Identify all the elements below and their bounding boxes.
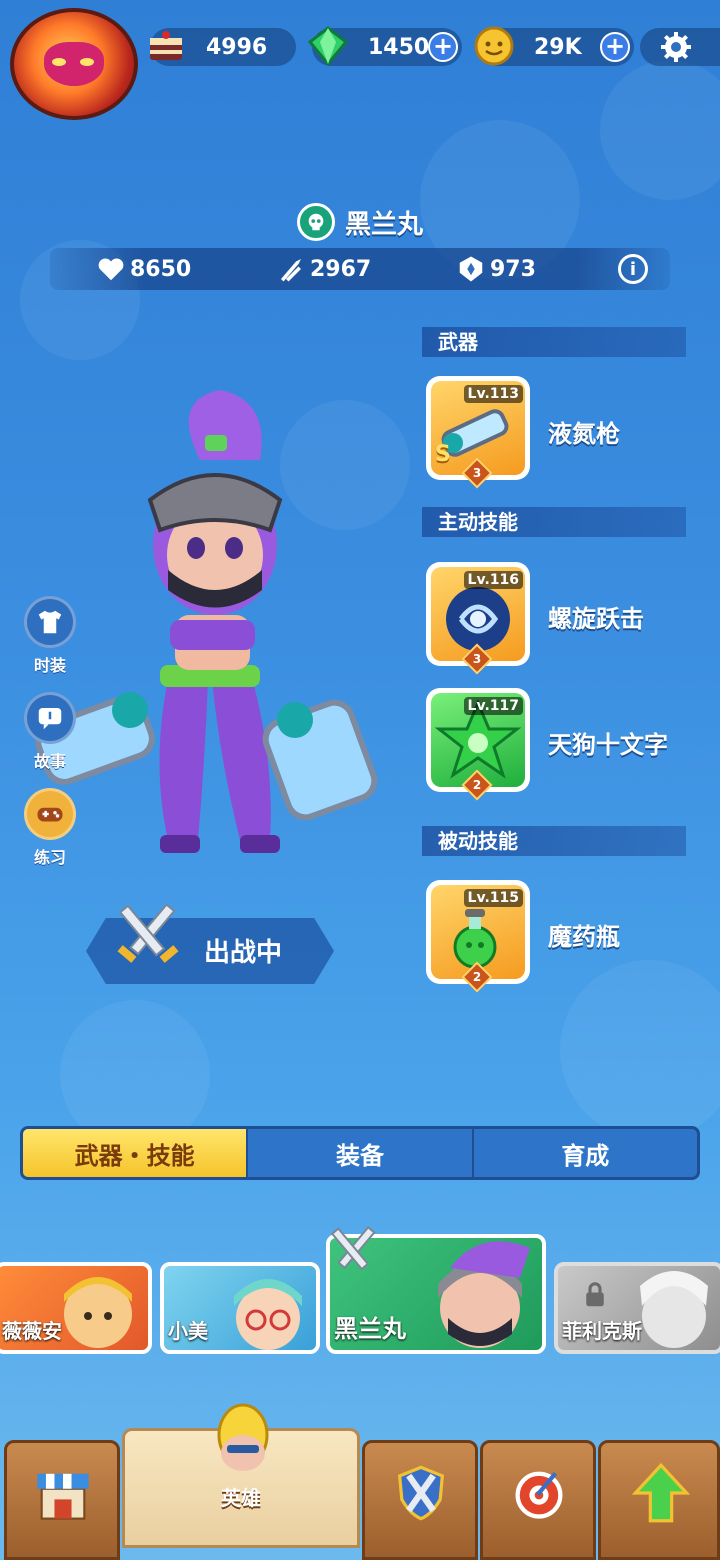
- skull-icon: [296, 203, 335, 241]
- nav-shop[interactable]: [4, 1440, 120, 1560]
- background-decoration: [560, 960, 720, 1140]
- crossed-swords-icon: [117, 903, 179, 963]
- nav-battle[interactable]: [362, 1440, 478, 1560]
- player-avatar[interactable]: [10, 8, 138, 120]
- weapon-card[interactable]: Lv.113 S 3: [426, 376, 530, 489]
- nav-upgrade[interactable]: [598, 1440, 720, 1560]
- weapon-grade: S: [435, 442, 451, 467]
- hero-card-kuranmaru-name: 黑兰丸: [334, 1315, 406, 1343]
- defense-stat: 973: [456, 254, 536, 284]
- hero-name: 黑兰丸: [344, 209, 423, 240]
- hero-card-vivian-name: 薇薇安: [2, 1319, 62, 1343]
- practice-label: 练习: [33, 848, 66, 867]
- heart-icon: [98, 258, 124, 281]
- active-skill-card-1[interactable]: Lv.116 3: [426, 562, 530, 675]
- active-skill-1-name: 螺旋跃击: [548, 605, 644, 633]
- shirt-icon: [38, 610, 62, 634]
- story-label: 故事: [33, 752, 66, 771]
- coin-icon: [474, 26, 514, 66]
- info-icon: i: [629, 258, 637, 280]
- tab-growth[interactable]: 育成: [474, 1129, 697, 1177]
- gem-value: 1450: [368, 35, 430, 60]
- lock-icon: [586, 1282, 604, 1307]
- tab-equipment[interactable]: 装备: [248, 1129, 474, 1177]
- bottom-navigation: 英雄: [0, 1403, 720, 1560]
- costume-label: 时装: [33, 656, 66, 675]
- active-skill-card-2[interactable]: Lv.117 2: [426, 688, 530, 801]
- in-battle-label: 出战中: [204, 938, 283, 968]
- hp-value: 8650: [130, 256, 192, 282]
- shop-stall-icon: [37, 1473, 89, 1520]
- hero-stats-bar: 8650 2967 973 i: [50, 248, 670, 290]
- shield-icon: [459, 256, 483, 282]
- gem-icon: [307, 26, 349, 67]
- nav-hero[interactable]: 英雄: [122, 1403, 360, 1548]
- detail-tabs: 武器・技能 装备 育成: [20, 1126, 700, 1180]
- attack-value: 2967: [310, 256, 372, 282]
- coin-value: 29K: [534, 35, 582, 60]
- cake-counter: 4996: [150, 28, 296, 66]
- gem-counter: 1450 +: [307, 26, 462, 67]
- attack-stat: 2967: [276, 254, 371, 284]
- hero-card-felix-locked[interactable]: 菲利克斯: [554, 1262, 720, 1354]
- passive-skill-section-header: 被动技能: [422, 826, 686, 856]
- active-skill-2-level: Lv.117: [463, 697, 523, 715]
- active-skill-2-name: 天狗十文字: [548, 731, 668, 759]
- upgrade-arrow-icon: [631, 1462, 691, 1523]
- shield-swords-icon: [397, 1465, 445, 1521]
- hp-stat: 8650: [96, 254, 191, 284]
- settings-button[interactable]: [640, 28, 720, 66]
- cake-value: 4996: [206, 35, 268, 60]
- cake-icon: [150, 31, 182, 60]
- passive-skill-name: 魔药瓶: [548, 923, 620, 951]
- active-skill-section-header: 主动技能: [422, 507, 686, 537]
- hero-card-vivian[interactable]: 薇薇安: [0, 1262, 152, 1354]
- passive-skill-level: Lv.115: [463, 889, 523, 907]
- hero-card-xiaomei[interactable]: 小美: [160, 1262, 320, 1354]
- selected-hero-swords-icon: [330, 1225, 376, 1271]
- add-coins-button[interactable]: +: [600, 32, 630, 62]
- tab-weapon-skill[interactable]: 武器・技能: [23, 1129, 249, 1177]
- info-button[interactable]: i: [618, 254, 648, 284]
- weapon-section-header: 武器: [422, 327, 686, 357]
- gamepad-icon: [37, 807, 63, 822]
- nav-hero-label: 英雄: [221, 1486, 261, 1510]
- target-dart-icon: [515, 1471, 563, 1519]
- avatar-eye-icon: [52, 58, 66, 66]
- add-gems-button[interactable]: +: [428, 32, 458, 62]
- speech-bubble-icon: [38, 708, 62, 730]
- weapon-name: 液氮枪: [548, 420, 620, 448]
- passive-skill-card[interactable]: Lv.115 2: [426, 880, 530, 993]
- defense-value: 973: [490, 256, 536, 282]
- avatar-eye-icon: [80, 58, 94, 66]
- story-button[interactable]: 故事: [22, 692, 78, 772]
- top-bar: 4996 1450 + 29K +: [0, 0, 720, 130]
- hero-card-xiaomei-name: 小美: [168, 1319, 208, 1343]
- nav-target[interactable]: [480, 1440, 596, 1560]
- costume-button[interactable]: 时装: [22, 596, 78, 676]
- gear-icon: [661, 32, 691, 62]
- coin-counter: 29K +: [474, 26, 634, 66]
- hero-head-icon: [217, 1403, 269, 1471]
- hero-card-felix-name: 菲利克斯: [562, 1319, 642, 1343]
- practice-button[interactable]: 练习: [22, 788, 78, 868]
- weapon-level: Lv.113: [463, 385, 523, 403]
- hero-title-row: 黑兰丸: [0, 202, 720, 242]
- active-skill-1-level: Lv.116: [463, 571, 523, 589]
- claw-icon: [281, 259, 301, 282]
